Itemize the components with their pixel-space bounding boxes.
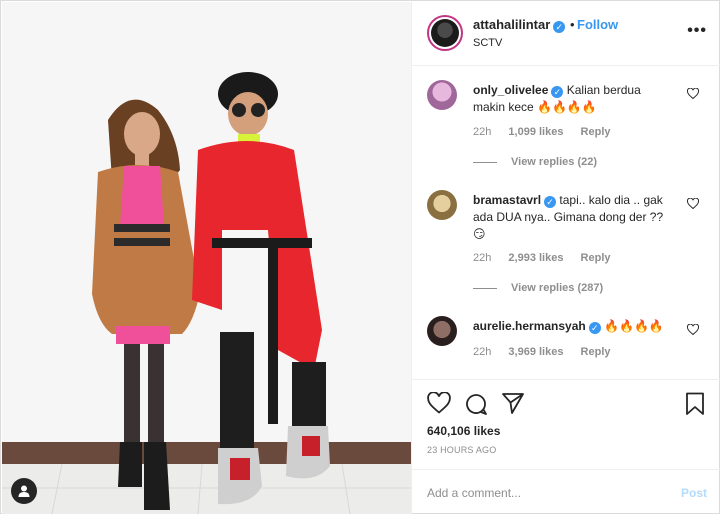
three-dots-icon[interactable]: •••	[687, 22, 707, 40]
view-replies-label[interactable]: View replies (22)	[511, 156, 597, 168]
replies-divider-line	[473, 287, 497, 289]
user-tag-icon	[18, 485, 30, 497]
add-comment-bar: Post	[412, 469, 720, 514]
verified-badge-icon: ✓	[544, 196, 557, 208]
commenter-username[interactable]: bramastavrl	[473, 193, 541, 207]
comment-time: 22h	[473, 126, 492, 138]
verified-badge-icon: ✓	[588, 322, 601, 334]
post-photo[interactable]	[2, 2, 411, 514]
heart-icon[interactable]	[427, 392, 451, 414]
view-replies-button[interactable]: View replies (287)	[473, 282, 603, 294]
comment-meta: 22h 1,099 likes Reply	[473, 126, 625, 138]
comment-text-block: aurelie.hermansyah ✓ 🔥🔥🔥🔥	[473, 318, 673, 335]
author-avatar[interactable]	[427, 15, 463, 51]
separator-dot: •	[570, 17, 575, 32]
view-replies-label[interactable]: View replies (287)	[511, 282, 603, 294]
commenter-avatar[interactable]	[427, 316, 457, 346]
reply-button[interactable]: Reply	[581, 126, 611, 138]
comment-like-heart-icon[interactable]	[687, 88, 699, 99]
commenter-avatar[interactable]	[427, 190, 457, 220]
comment-likes[interactable]: 1,099 likes	[508, 126, 563, 138]
comment-icon[interactable]	[464, 392, 488, 416]
comment-likes[interactable]: 3,969 likes	[508, 346, 563, 358]
comment-meta: 22h 3,969 likes Reply	[473, 346, 625, 358]
user-tag-button[interactable]	[11, 478, 37, 504]
author-username-text[interactable]: attahalilintar	[473, 17, 550, 32]
comments-list[interactable]: only_olivelee ✓ Kalian berdua makin kece …	[412, 66, 720, 378]
post-header: attahalilintar ✓ • Follow SCTV •••	[412, 2, 720, 66]
photo-illustration	[2, 2, 411, 514]
post-timestamp[interactable]: 23 HOURS AGO	[427, 445, 496, 455]
comment-likes[interactable]: 2,993 likes	[508, 252, 563, 264]
comment-meta: 22h 2,993 likes Reply	[473, 252, 625, 264]
verified-badge-icon: ✓	[553, 21, 566, 33]
comment-text-block: only_olivelee ✓ Kalian berdua makin kece …	[473, 82, 673, 116]
commenter-username[interactable]: aurelie.hermansyah	[473, 319, 586, 333]
verified-badge-icon: ✓	[551, 86, 564, 98]
likes-count[interactable]: 640,106 likes	[427, 424, 500, 438]
add-comment-input[interactable]	[427, 482, 657, 504]
commenter-username[interactable]: only_olivelee	[473, 83, 548, 97]
share-icon[interactable]	[501, 392, 525, 415]
comment-like-heart-icon[interactable]	[687, 198, 699, 209]
follow-button[interactable]: Follow	[577, 17, 618, 32]
post-location[interactable]: SCTV	[473, 37, 502, 49]
post-actions: 640,106 likes 23 HOURS AGO	[412, 379, 720, 469]
post-comment-button[interactable]: Post	[681, 486, 707, 500]
comment-text-block: bramastavrl ✓ tapi.. kalo dia .. gak ada …	[473, 192, 673, 243]
reply-button[interactable]: Reply	[581, 252, 611, 264]
comment-body: 🔥🔥🔥🔥	[604, 319, 664, 333]
post-side-panel: attahalilintar ✓ • Follow SCTV ••• only_o…	[411, 2, 720, 514]
instagram-post-window: attahalilintar ✓ • Follow SCTV ••• only_o…	[0, 0, 720, 514]
commenter-avatar[interactable]	[427, 80, 457, 110]
bookmark-icon[interactable]	[685, 392, 705, 416]
replies-divider-line	[473, 161, 497, 163]
comment-time: 22h	[473, 252, 492, 264]
reply-button[interactable]: Reply	[581, 346, 611, 358]
author-username[interactable]: attahalilintar ✓	[473, 17, 566, 33]
comment-like-heart-icon[interactable]	[687, 324, 699, 335]
comment-time: 22h	[473, 346, 492, 358]
view-replies-button[interactable]: View replies (22)	[473, 156, 597, 168]
